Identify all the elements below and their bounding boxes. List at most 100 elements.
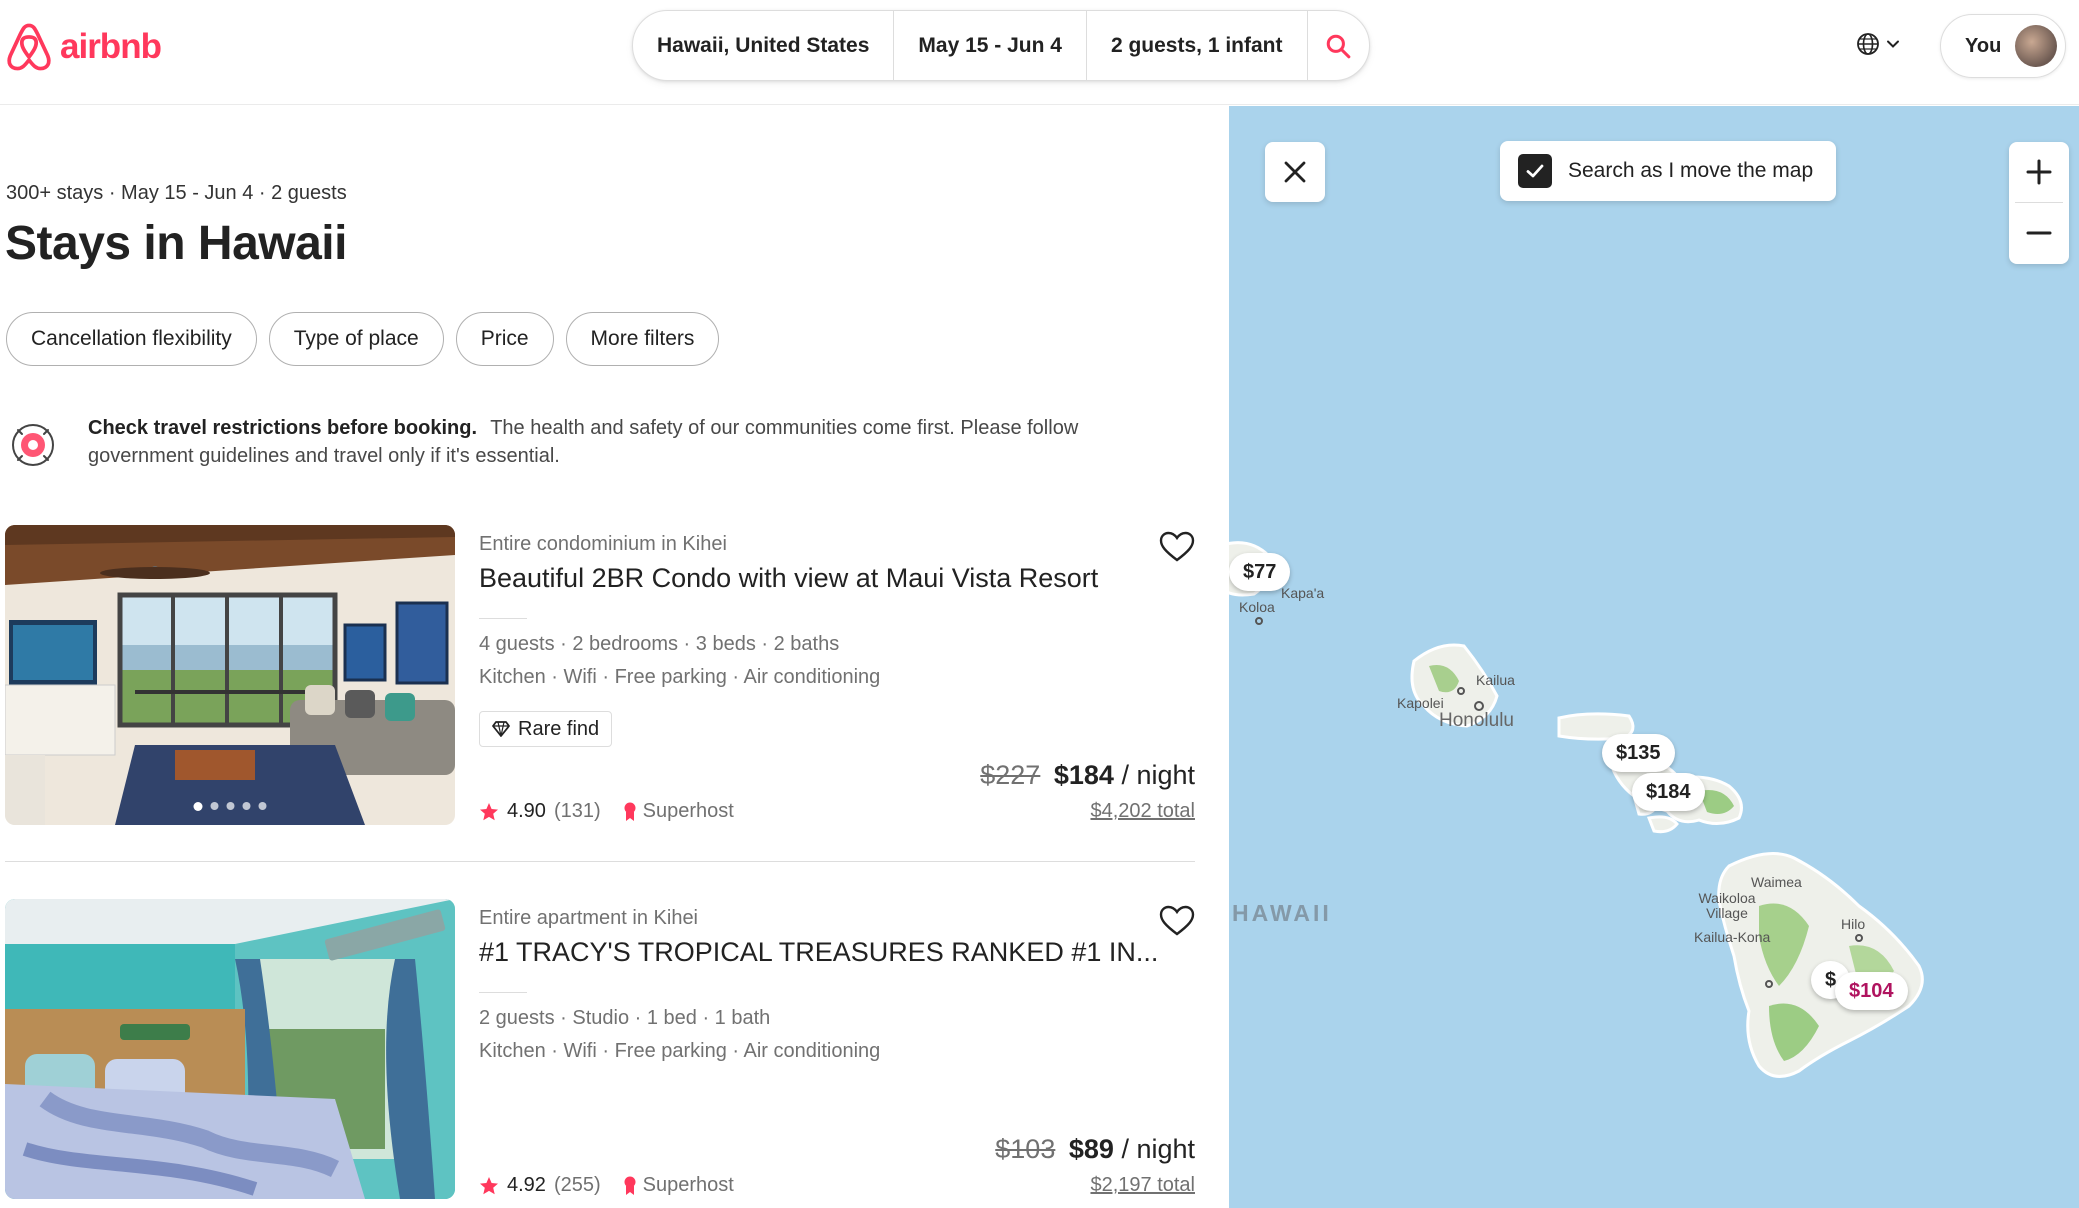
- carousel-dot[interactable]: [242, 802, 251, 810]
- map-label-honolulu: Honolulu: [1439, 710, 1514, 731]
- notice-text: Check travel restrictions before booking…: [88, 414, 1188, 470]
- photo-carousel-dots[interactable]: [193, 802, 267, 811]
- listing-specs: 4 guests · 2 bedrooms · 3 beds · 2 baths: [479, 633, 840, 655]
- search-as-move-checkbox[interactable]: [1518, 154, 1552, 188]
- search-bar[interactable]: Hawaii, United States May 15 - Jun 4 2 g…: [632, 10, 1370, 81]
- minus-icon: [2026, 231, 2052, 235]
- notice-heading: Check travel restrictions before booking…: [88, 417, 477, 439]
- close-icon: [1284, 161, 1306, 183]
- listing-info: Entire apartment in Kihei #1 TRACY'S TRO…: [479, 899, 1195, 1199]
- user-menu-button[interactable]: You: [1940, 14, 2066, 78]
- superhost-medal-icon: [624, 802, 636, 821]
- price-unit: / night: [1121, 1134, 1195, 1164]
- divider: [479, 618, 527, 619]
- map-label-kapolei: Kapolei: [1397, 695, 1444, 711]
- filter-type-of-place[interactable]: Type of place: [268, 312, 444, 366]
- listing-amenities: Kitchen · Wifi · Free parking · Air cond…: [479, 666, 881, 688]
- filter-price[interactable]: Price: [455, 312, 554, 366]
- listing-title[interactable]: Beautiful 2BR Condo with view at Maui Vi…: [479, 563, 1098, 594]
- listing-amenities: Kitchen · Wifi · Free parking · Air cond…: [479, 1040, 881, 1062]
- zoom-in-button[interactable]: [2009, 142, 2069, 202]
- listing-photo[interactable]: [5, 899, 455, 1199]
- carousel-dot[interactable]: [258, 802, 267, 810]
- rare-find-badge: Rare find: [479, 711, 613, 747]
- heart-icon: [1159, 531, 1195, 562]
- map-label-hawaii-region: HAWAII: [1232, 900, 1332, 926]
- listing-specs: 2 guests · Studio · 1 bed · 1 bath: [479, 1007, 771, 1029]
- results-summary: 300+ stays · May 15 - Jun 4 · 2 guests: [6, 182, 347, 204]
- superhost-tag: Superhost: [623, 800, 734, 823]
- map-label-kailua-kona: Kailua-Kona: [1694, 929, 1771, 945]
- superhost-tag: Superhost: [623, 1174, 734, 1197]
- price: $227 $184 / night: [980, 760, 1195, 791]
- language-button[interactable]: [1850, 26, 1906, 62]
- total-price-link[interactable]: $2,197 total: [1090, 1174, 1195, 1197]
- alert-target-icon: [12, 424, 54, 466]
- map-label-koloa: Koloa: [1239, 599, 1275, 615]
- original-price: $103: [995, 1134, 1056, 1164]
- review-count: (255): [553, 1174, 601, 1196]
- avatar: [2015, 25, 2058, 67]
- close-map-button[interactable]: [1265, 142, 1325, 202]
- search-as-move-label: Search as I move the map: [1568, 159, 1814, 182]
- location-field[interactable]: Hawaii, United States: [633, 11, 895, 80]
- plus-icon: [2026, 159, 2052, 185]
- listing-photo[interactable]: [5, 525, 455, 825]
- listing-info: Entire condominium in Kihei Beautiful 2B…: [479, 525, 1195, 825]
- logo-text: airbnb: [60, 27, 162, 66]
- diamond-icon: [492, 721, 510, 737]
- superhost-label: Superhost: [642, 1174, 734, 1196]
- search-button[interactable]: [1308, 11, 1370, 80]
- superhost-medal-icon: [624, 1176, 636, 1195]
- save-favorite-button[interactable]: [1159, 905, 1195, 942]
- map-panel[interactable]: Kapa'a Koloa Kailua Kapolei Honolulu Wai…: [1229, 106, 2079, 1208]
- map-label-kapaa: Kapa'a: [1281, 585, 1325, 601]
- listing-title[interactable]: #1 TRACY'S TROPICAL TREASURES RANKED #1 …: [479, 937, 1158, 968]
- star-icon: [480, 802, 498, 820]
- map-label-kailua: Kailua: [1476, 672, 1515, 688]
- hawaii-islands-map: [1229, 541, 1924, 1078]
- tropical-bedroom-image: [5, 899, 455, 1199]
- dates-field[interactable]: May 15 - Jun 4: [894, 11, 1087, 80]
- carousel-dot[interactable]: [210, 802, 219, 810]
- chevron-down-icon: [1887, 40, 1899, 48]
- guests-field[interactable]: 2 guests, 1 infant: [1087, 11, 1308, 80]
- results-pane: 300+ stays · May 15 - Jun 4 · 2 guests S…: [0, 106, 1228, 1208]
- zoom-out-button[interactable]: [2009, 203, 2069, 263]
- filter-bar: Cancellation flexibility Type of place P…: [6, 312, 720, 366]
- map-label-waimea: Waimea: [1751, 874, 1802, 890]
- airbnb-logo[interactable]: airbnb: [6, 22, 162, 72]
- property-type: Entire condominium in Kihei: [479, 533, 727, 555]
- zoom-controls: [2009, 142, 2069, 264]
- filter-cancellation-flexibility[interactable]: Cancellation flexibility: [6, 312, 257, 366]
- divider: [479, 992, 527, 993]
- globe-icon: [1857, 33, 1879, 55]
- listing-card[interactable]: Entire apartment in Kihei #1 TRACY'S TRO…: [5, 899, 1195, 1201]
- listing-card[interactable]: Entire condominium in Kihei Beautiful 2B…: [5, 525, 1195, 827]
- superhost-label: Superhost: [642, 800, 734, 822]
- price-pin[interactable]: $184: [1632, 773, 1705, 811]
- filter-more-filters[interactable]: More filters: [565, 312, 720, 366]
- price-pin[interactable]: $135: [1602, 734, 1675, 772]
- star-icon: [480, 1176, 498, 1194]
- price: $103 $89 / night: [995, 1134, 1195, 1165]
- carousel-dot[interactable]: [193, 802, 203, 811]
- price-pin[interactable]: $77: [1229, 553, 1291, 591]
- user-label: You: [1965, 34, 2002, 57]
- travel-notice: Check travel restrictions before booking…: [8, 414, 1188, 470]
- rating-value: 4.92: [507, 1174, 546, 1196]
- review-count: (131): [553, 800, 601, 822]
- checkmark-icon: [1526, 164, 1544, 178]
- top-navbar: airbnb Hawaii, United States May 15 - Ju…: [0, 0, 2079, 105]
- page-title: Stays in Hawaii: [5, 217, 347, 270]
- search-as-move-toggle[interactable]: Search as I move the map: [1500, 141, 1836, 201]
- map-label-hilo: Hilo: [1841, 916, 1866, 932]
- property-type: Entire apartment in Kihei: [479, 907, 699, 929]
- price-pin-active[interactable]: $104: [1835, 972, 1908, 1010]
- carousel-dot[interactable]: [226, 802, 235, 810]
- original-price: $227: [980, 760, 1041, 790]
- rating-value: 4.90: [507, 800, 546, 822]
- price-unit: / night: [1121, 760, 1195, 790]
- total-price-link[interactable]: $4,202 total: [1090, 800, 1195, 823]
- save-favorite-button[interactable]: [1159, 531, 1195, 568]
